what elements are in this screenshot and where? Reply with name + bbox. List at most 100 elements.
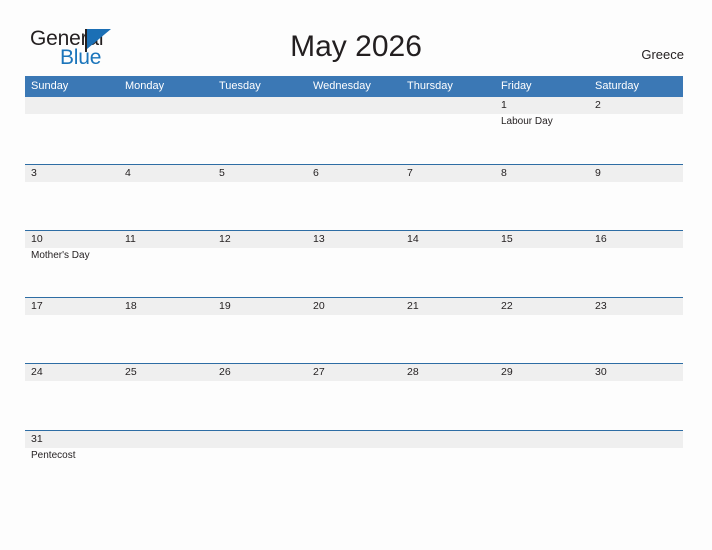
calendar-day-cell[interactable]: 3 (25, 165, 119, 231)
calendar-week-row: 1 Labour Day 2 (25, 97, 683, 164)
day-events (125, 182, 213, 183)
day-number: 10 (31, 233, 43, 245)
day-number: 13 (313, 233, 325, 245)
day-number: 24 (31, 366, 43, 378)
day-number: 9 (595, 166, 601, 179)
calendar-day-cell[interactable]: 2 (589, 97, 683, 164)
day-number: 20 (313, 299, 325, 312)
day-events (595, 448, 683, 449)
calendar-day-cell[interactable] (589, 431, 683, 497)
day-number: 2 (595, 99, 601, 111)
weekday-header-row: Sunday Monday Tuesday Wednesday Thursday… (25, 76, 683, 97)
day-number: 21 (407, 299, 419, 312)
calendar-day-cell[interactable]: 27 (307, 364, 401, 430)
calendar-day-cell[interactable]: 22 (495, 298, 589, 364)
calendar-day-cell[interactable]: 5 (213, 165, 307, 231)
calendar-day-cell[interactable]: 28 (401, 364, 495, 430)
day-events (407, 114, 495, 115)
day-number: 31 (31, 432, 43, 445)
day-number: 18 (125, 299, 137, 312)
calendar-day-cell[interactable]: 26 (213, 364, 307, 430)
calendar-day-cell[interactable]: 30 (589, 364, 683, 430)
day-events (501, 315, 589, 316)
day-events (407, 381, 495, 382)
calendar-day-cell[interactable]: 8 (495, 165, 589, 231)
calendar-day-cell[interactable]: 25 (119, 364, 213, 430)
calendar-day-cell[interactable]: 17 (25, 298, 119, 364)
day-number: 26 (219, 366, 231, 378)
day-events (313, 182, 401, 183)
day-number: 8 (501, 166, 507, 179)
day-events (219, 248, 307, 249)
calendar-day-cell[interactable]: 4 (119, 165, 213, 231)
day-number: 17 (31, 299, 43, 312)
calendar-day-cell[interactable]: 31 Pentecost (25, 431, 119, 497)
calendar-week-row: 3 4 5 6 7 8 9 (25, 163, 683, 231)
calendar-day-cell[interactable]: 16 (589, 231, 683, 297)
day-events (125, 114, 213, 115)
calendar-day-cell[interactable] (213, 431, 307, 497)
calendar-day-cell[interactable]: 23 (589, 298, 683, 364)
calendar-day-cell[interactable]: 6 (307, 165, 401, 231)
calendar-day-cell[interactable] (307, 431, 401, 497)
day-events (219, 448, 307, 449)
day-events (407, 182, 495, 183)
calendar-day-cell[interactable]: 21 (401, 298, 495, 364)
region-label: Greece (641, 47, 684, 62)
day-number: 29 (501, 366, 513, 378)
day-number (595, 431, 683, 448)
calendar-day-cell[interactable]: 19 (213, 298, 307, 364)
day-number: 25 (125, 366, 137, 378)
calendar-day-cell[interactable] (119, 431, 213, 497)
day-number (125, 431, 213, 448)
day-events (313, 448, 401, 449)
day-events (501, 448, 589, 449)
calendar-weeks: 1 Labour Day 2 3 4 5 6 7 8 9 10 Mother's Day 11 12 13 1… (25, 97, 683, 496)
day-number: 12 (219, 233, 231, 245)
calendar-day-cell[interactable] (307, 97, 401, 164)
day-number (125, 97, 213, 114)
calendar-day-cell[interactable] (495, 431, 589, 497)
day-events (219, 315, 307, 316)
calendar-day-cell[interactable]: 1 Labour Day (495, 97, 589, 164)
calendar-day-cell[interactable]: 18 (119, 298, 213, 364)
day-events (595, 114, 683, 115)
day-number (407, 97, 495, 114)
calendar-day-cell[interactable] (25, 97, 119, 164)
weekday-header-friday: Friday (501, 80, 532, 92)
calendar-day-cell[interactable]: 24 (25, 364, 119, 430)
day-events (31, 381, 119, 382)
calendar-day-cell[interactable]: 12 (213, 231, 307, 297)
calendar-week-row: 24 25 26 27 28 29 30 (25, 363, 683, 430)
day-number: 14 (407, 233, 419, 245)
day-events (125, 315, 213, 316)
day-number: 19 (219, 299, 231, 312)
calendar-day-cell[interactable]: 7 (401, 165, 495, 231)
calendar-day-cell[interactable]: 15 (495, 231, 589, 297)
calendar-day-cell[interactable] (213, 97, 307, 164)
day-events (31, 182, 119, 183)
weekday-header-saturday: Saturday (595, 80, 640, 92)
day-event-label: Mother's Day (31, 250, 90, 261)
calendar-day-cell[interactable]: 14 (401, 231, 495, 297)
calendar-week-row: 17 18 19 20 21 22 23 (25, 296, 683, 364)
day-number: 4 (125, 166, 131, 179)
calendar-day-cell[interactable] (119, 97, 213, 164)
calendar-day-cell[interactable] (401, 97, 495, 164)
day-number: 3 (31, 166, 37, 179)
day-number (219, 431, 307, 448)
calendar-day-cell[interactable]: 9 (589, 165, 683, 231)
calendar-day-cell[interactable] (401, 431, 495, 497)
day-events: Mother's Day (31, 248, 119, 262)
day-events: Labour Day (501, 114, 589, 128)
day-events (313, 315, 401, 316)
calendar-day-cell[interactable]: 20 (307, 298, 401, 364)
page-title: May 2026 (290, 30, 422, 63)
day-number: 22 (501, 299, 513, 312)
calendar-day-cell[interactable]: 13 (307, 231, 401, 297)
calendar-day-cell[interactable]: 10 Mother's Day (25, 231, 119, 297)
day-events (501, 248, 589, 249)
calendar-day-cell[interactable]: 11 (119, 231, 213, 297)
day-number (313, 431, 401, 448)
calendar-day-cell[interactable]: 29 (495, 364, 589, 430)
